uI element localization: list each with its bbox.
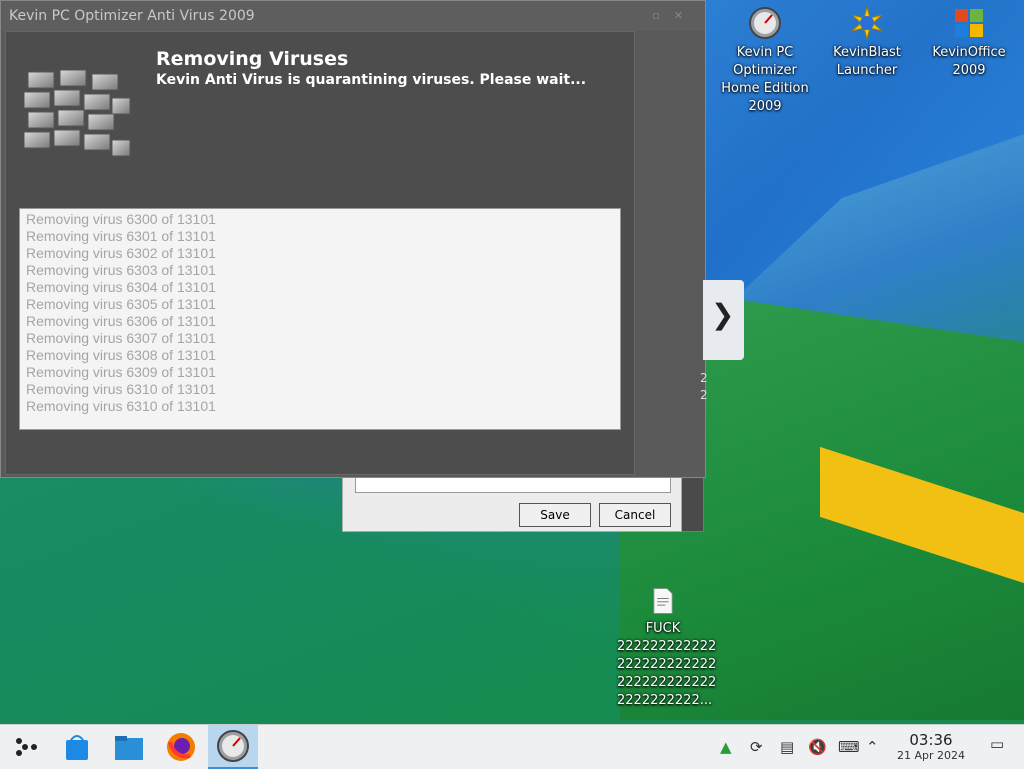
window-controls[interactable]: ▫✕ xyxy=(652,9,697,22)
taskbar: ▲ ⟳ ▤ 🔇 ⌨ ⌃ 03:36 21 Apr 2024 ▭ xyxy=(0,724,1024,769)
save-button[interactable]: Save xyxy=(519,503,591,527)
window-title: Kevin PC Optimizer Anti Virus 2009 xyxy=(9,8,255,24)
log-line: Removing virus 6304 of 13101 xyxy=(26,279,216,295)
starburst-icon xyxy=(851,6,883,40)
peek-text: 2 2 xyxy=(700,371,708,402)
antivirus-window: Kevin PC Optimizer Anti Virus 2009 ▫✕ Re… xyxy=(0,0,706,478)
desktop-icon-label: FUCK 222222222222 222222222222 222222222… xyxy=(617,621,717,708)
file-manager-icon[interactable] xyxy=(112,730,146,764)
log-line: Removing virus 6306 of 13101 xyxy=(26,313,216,329)
log-line: Removing virus 6301 of 13101 xyxy=(26,228,216,244)
log-line: Removing virus 6309 of 13101 xyxy=(26,364,216,380)
clock-date[interactable]: 21 Apr 2024 xyxy=(890,749,972,762)
desktop-icon-kevin-pc-optimizer[interactable]: Kevin PC Optimizer Home Edition 2009 xyxy=(719,6,811,116)
page-title: Removing Viruses xyxy=(156,48,349,70)
keyboard-icon[interactable]: ⌨ xyxy=(838,738,860,756)
chevron-right-icon: ❯ xyxy=(711,298,735,331)
desktop-icon-label: Kevin PC Optimizer Home Edition 2009 xyxy=(721,45,809,114)
network-icon[interactable]: ▲ xyxy=(720,738,732,756)
content-panel: Removing Viruses Kevin Anti Virus is qua… xyxy=(5,31,635,475)
taskbar-active-app[interactable] xyxy=(208,725,258,769)
log-line: Removing virus 6308 of 13101 xyxy=(26,347,216,363)
close-icon[interactable]: ✕ xyxy=(674,9,697,22)
log-line: Removing virus 6310 of 13101 xyxy=(26,381,216,397)
desktop-icon-label: KevinBlast Launcher xyxy=(833,45,901,78)
gauge-icon xyxy=(217,730,249,762)
window-titlebar[interactable]: Kevin PC Optimizer Anti Virus 2009 ▫✕ xyxy=(1,1,705,31)
desktop-icon-label: KevinOffice 2009 xyxy=(932,45,1006,78)
minimize-icon[interactable]: ▫ xyxy=(652,9,673,22)
desktop-icon-text-file[interactable]: FUCK 222222222222 222222222222 222222222… xyxy=(617,586,716,710)
removal-log[interactable]: Removing virus 6300 of 13101 Removing vi… xyxy=(19,208,621,430)
show-desktop-icon[interactable]: ▭ xyxy=(990,735,1004,753)
text-file-icon xyxy=(653,588,673,614)
clock-time[interactable]: 03:36 xyxy=(890,731,972,749)
office-logo-icon xyxy=(955,9,983,37)
app-launcher-icon[interactable] xyxy=(10,730,44,764)
log-line: Removing virus 6305 of 13101 xyxy=(26,296,216,312)
update-icon[interactable]: ⟳ xyxy=(750,738,763,756)
gauge-icon xyxy=(749,7,781,39)
log-line: Removing virus 6307 of 13101 xyxy=(26,330,216,346)
status-message: Kevin Anti Virus is quarantining viruses… xyxy=(156,72,587,88)
desktop-icon-kevinoffice[interactable]: KevinOffice 2009 xyxy=(923,6,1015,80)
desktop-icon-kevinblast-launcher[interactable]: KevinBlast Launcher xyxy=(821,6,913,80)
clipboard-icon[interactable]: ▤ xyxy=(780,738,794,756)
volume-muted-icon[interactable]: 🔇 xyxy=(808,738,827,756)
log-line: Removing virus 6302 of 13101 xyxy=(26,245,216,261)
log-line: Removing virus 6303 of 13101 xyxy=(26,262,216,278)
log-line: Removing virus 6310 of 13101 xyxy=(26,398,216,414)
chevron-up-icon[interactable]: ⌃ xyxy=(866,738,879,756)
firefox-icon[interactable] xyxy=(164,730,198,764)
log-line: Removing virus 6300 of 13101 xyxy=(26,211,216,227)
panel-expand-tab[interactable]: ❯ xyxy=(703,280,744,360)
firewall-icon xyxy=(24,70,131,157)
store-icon[interactable] xyxy=(60,730,94,764)
cancel-button[interactable]: Cancel xyxy=(599,503,671,527)
